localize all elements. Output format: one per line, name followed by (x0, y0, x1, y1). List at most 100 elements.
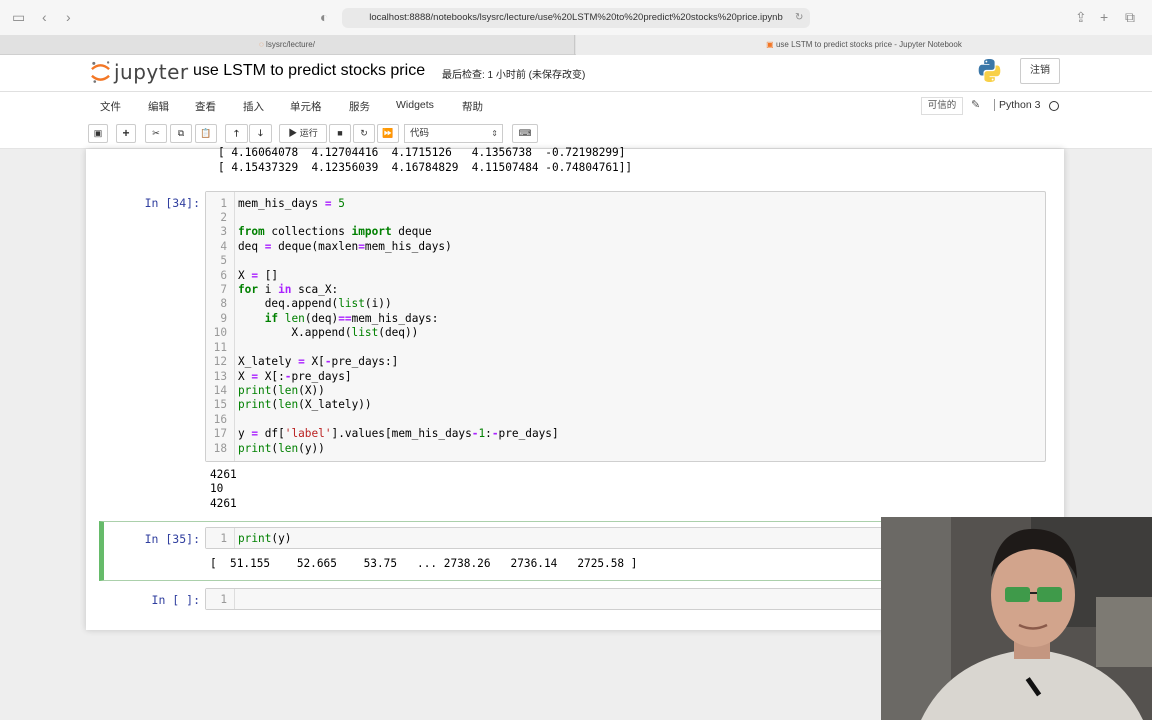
code-editor[interactable] (205, 588, 929, 610)
forward-icon[interactable]: › (66, 9, 71, 25)
kernel-name: Python 3 (994, 99, 1040, 111)
checkpoint-status: 最后检查: 1 小时前 (未保存改变) (442, 70, 586, 81)
code-line: for i in sca_X: (238, 283, 339, 296)
prev-output-line: [ 4.16064078 4.12704416 4.1715126 4.1356… (218, 146, 626, 159)
line-number: 2 (220, 211, 227, 224)
cell-prompt: In [34]: (144, 196, 200, 210)
line-number: 14 (213, 384, 227, 397)
run-label: 运行 (299, 128, 318, 138)
cut-button[interactable]: ✂ (145, 124, 167, 143)
menu-widgets[interactable]: Widgets (396, 99, 434, 111)
browser-toolbar: ▭ ‹ › ◐ localhost:8888/notebooks/lsysrc/… (0, 0, 1152, 35)
restart-button[interactable]: ↻ (353, 124, 375, 143)
notebook-favicon-icon: ▣ (766, 40, 774, 49)
line-number: 12 (213, 355, 227, 368)
tab-overview-icon[interactable]: ⧉ (1125, 9, 1135, 25)
save-button[interactable]: ▣ (88, 124, 108, 143)
trusted-indicator[interactable]: 可信的 (921, 97, 963, 115)
interrupt-button[interactable]: ■ (329, 124, 351, 143)
menu-kernel[interactable]: 服务 (349, 99, 370, 114)
move-up-button[interactable]: 🡑 (225, 124, 248, 143)
code-line: print(len(y)) (238, 442, 325, 455)
tab-strip: ◌ lsysrc/lecture/ ▣ use LSTM to predict … (0, 35, 1152, 55)
prev-output-line: [ 4.15437329 4.12356039 4.16784829 4.115… (218, 161, 633, 174)
keyboard-icon: ⌨ (518, 128, 532, 138)
reload-icon[interactable]: ↻ (795, 10, 803, 26)
arrow-down-icon: 🡓 (258, 128, 263, 138)
paste-button[interactable]: 📋 (195, 124, 217, 143)
new-tab-icon[interactable]: + (1100, 9, 1108, 25)
share-icon[interactable]: ⇪ (1075, 9, 1087, 25)
command-palette-button[interactable]: ⌨ (512, 124, 538, 143)
code-line: X.append(list(deq)) (238, 326, 419, 339)
code-line: print(len(X)) (238, 384, 325, 397)
paste-icon: 📋 (200, 128, 212, 138)
line-number: 6 (220, 269, 227, 282)
output-line: 10 (210, 482, 224, 495)
line-number: 8 (220, 297, 227, 310)
line-number: 5 (220, 254, 227, 267)
plus-icon: + (122, 126, 130, 140)
save-icon: ▣ (93, 128, 103, 138)
logout-button[interactable]: 注销 (1020, 58, 1060, 84)
line-number: 16 (213, 413, 227, 426)
privacy-shield-icon[interactable]: ◐ (320, 9, 328, 25)
code-line: mem_his_days = 5 (238, 197, 345, 210)
code-editor[interactable] (205, 527, 929, 549)
output-line: [ 51.155 52.665 53.75 ... 2738.26 2736.1… (210, 557, 638, 570)
kernel-status-icon (1049, 101, 1059, 111)
arrow-up-icon: 🡑 (234, 128, 239, 138)
line-number: 13 (213, 370, 227, 383)
insert-cell-button[interactable]: + (116, 124, 136, 143)
stop-icon: ■ (337, 128, 343, 138)
line-number: 1 (220, 197, 227, 210)
line-number: 15 (213, 398, 227, 411)
fast-forward-icon: ⏩ (382, 128, 394, 138)
cell-type-value: 代码 (410, 128, 430, 139)
tab-lecture-folder[interactable]: ◌ lsysrc/lecture/ (0, 35, 575, 55)
code-line: deq = deque(maxlen=mem_his_days) (238, 240, 452, 253)
jupyter-logo-icon[interactable] (90, 59, 111, 85)
play-icon: ▶ (288, 128, 298, 138)
python-logo-icon (978, 59, 1001, 82)
presenter-video-image (881, 517, 1152, 720)
line-number: 3 (220, 225, 227, 238)
code-line: X = X[:-pre_days] (238, 370, 352, 383)
line-number: 4 (220, 240, 227, 253)
copy-icon: ⧉ (177, 128, 185, 138)
output-line: 4261 (210, 468, 237, 481)
code-line: y = df['label'].values[mem_his_days-1:-p… (238, 427, 559, 440)
menu-help[interactable]: 帮助 (462, 99, 483, 114)
copy-button[interactable]: ⧉ (170, 124, 192, 143)
line-number: 9 (220, 312, 227, 325)
jupyter-logo-text[interactable]: jupyter (114, 60, 189, 84)
menu-file[interactable]: 文件 (100, 99, 121, 114)
restart-run-all-button[interactable]: ⏩ (377, 124, 399, 143)
menu-cell[interactable]: 单元格 (290, 99, 322, 114)
line-number: 7 (220, 283, 227, 296)
line-number: 1 (220, 593, 227, 606)
back-icon[interactable]: ‹ (42, 9, 47, 25)
sidebar-toggle-icon[interactable]: ▭ (12, 9, 25, 25)
line-number: 18 (213, 442, 227, 455)
menu-insert[interactable]: 插入 (243, 99, 264, 114)
address-bar[interactable]: localhost:8888/notebooks/lsysrc/lecture/… (342, 8, 810, 28)
output-line: 4261 (210, 497, 237, 510)
cell-type-select[interactable]: 代码 ⇕ (404, 124, 503, 143)
cell-prompt: In [ ]: (151, 593, 200, 607)
menu-edit[interactable]: 编辑 (148, 99, 169, 114)
run-button[interactable]: ▶ 运行 (279, 124, 327, 143)
edit-mode-pencil-icon: ✎ (971, 99, 981, 111)
move-down-button[interactable]: 🡓 (249, 124, 272, 143)
select-arrows-icon: ⇕ (491, 129, 498, 138)
code-line: print(len(X_lately)) (238, 398, 372, 411)
code-line: if len(deq)==mem_his_days: (264, 312, 439, 325)
line-number: 17 (213, 427, 227, 440)
line-number: 1 (220, 532, 227, 545)
notebook-title[interactable]: use LSTM to predict stocks price (193, 62, 425, 80)
jupyter-header: jupyter use LSTM to predict stocks price… (0, 55, 1152, 92)
tab-notebook[interactable]: ▣ use LSTM to predict stocks price - Jup… (576, 35, 1152, 55)
menu-view[interactable]: 查看 (195, 99, 216, 114)
line-number: 10 (213, 326, 227, 339)
notebook-toolbar: ▣ + ✂ ⧉ 📋 🡑 🡓 ▶ 运行 ■ ↻ ⏩ 代码 ⇕ ⌨ (0, 120, 1152, 149)
